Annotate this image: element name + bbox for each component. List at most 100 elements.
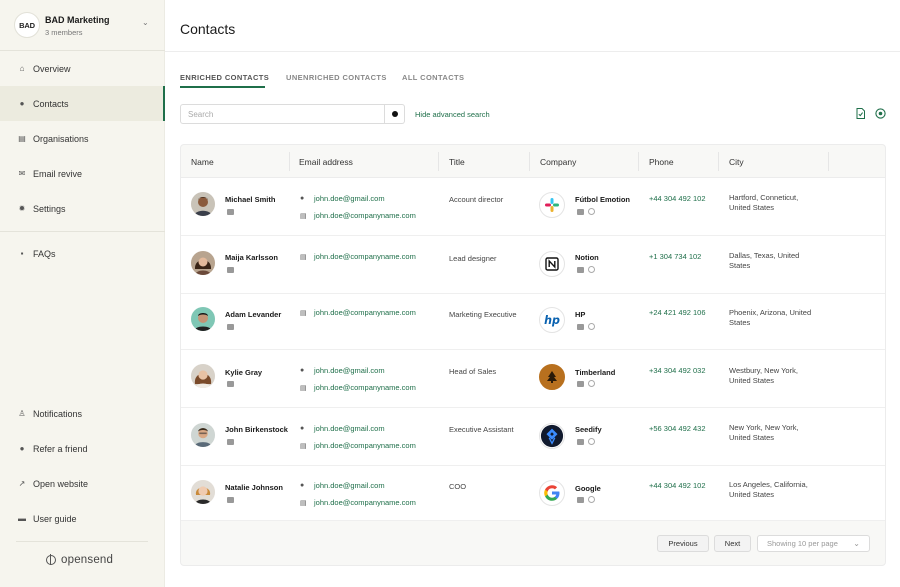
work-email-icon: ▤ xyxy=(300,213,307,220)
column-separator xyxy=(529,152,530,171)
column-header-title[interactable]: Title xyxy=(449,157,465,167)
table-row[interactable]: Kylie Gray ● john.doe@gmail.com ▤ john.d… xyxy=(181,350,885,408)
nav-item-contacts[interactable]: ● Contacts xyxy=(0,86,165,121)
linkedin-icon[interactable] xyxy=(227,439,234,445)
next-button[interactable]: Next xyxy=(714,535,751,552)
nav-item-settings[interactable]: ✹ Settings xyxy=(0,191,165,226)
hide-advanced-search-link[interactable]: Hide advanced search xyxy=(415,110,490,119)
add-circle-icon[interactable] xyxy=(875,108,886,119)
company-name[interactable]: Fútbol Emotion xyxy=(575,195,630,204)
link-icon[interactable] xyxy=(588,438,595,445)
email-link[interactable]: john.doe@companyname.com xyxy=(314,211,416,220)
tab-unenriched-contacts[interactable]: UNENRICHED CONTACTS xyxy=(286,73,387,82)
nav-label: Notifications xyxy=(33,408,83,419)
linkedin-icon[interactable] xyxy=(577,381,584,387)
nav-item-open-website[interactable]: ↗ Open website xyxy=(0,466,165,501)
link-icon[interactable] xyxy=(588,208,595,215)
home-icon: ⌂ xyxy=(19,64,25,73)
table-row[interactable]: Maija Karlsson ▤ john.doe@companyname.co… xyxy=(181,236,885,294)
table-row[interactable]: Adam Levander ▤ john.doe@companyname.com… xyxy=(181,294,885,350)
search-button[interactable] xyxy=(385,104,405,124)
workspace-switcher[interactable]: BAD BAD Marketing 3 members ⌄ xyxy=(14,12,154,40)
contact-name[interactable]: Kylie Gray xyxy=(225,368,262,377)
link-icon[interactable] xyxy=(588,323,595,330)
nav-item-refer-a-friend[interactable]: ● Refer a friend xyxy=(0,431,165,466)
table-row[interactable]: John Birkenstock ● john.doe@gmail.com ▤ … xyxy=(181,408,885,466)
export-file-icon[interactable] xyxy=(855,108,866,119)
company-name[interactable]: Notion xyxy=(575,253,599,262)
brand-logo[interactable]: opensend xyxy=(46,554,113,566)
opensend-icon xyxy=(46,554,56,565)
nav-item-user-guide[interactable]: ▬ User guide xyxy=(0,501,165,536)
email-link[interactable]: john.doe@gmail.com xyxy=(314,366,385,375)
linkedin-icon[interactable] xyxy=(227,497,234,503)
link-icon[interactable] xyxy=(588,496,595,503)
link-icon[interactable] xyxy=(588,380,595,387)
email-link[interactable]: john.doe@companyname.com xyxy=(314,441,416,450)
link-icon[interactable] xyxy=(588,266,595,273)
column-separator xyxy=(438,152,439,171)
phone-link[interactable]: +24 421 492 106 xyxy=(649,308,706,317)
email-link[interactable]: john.doe@companyname.com xyxy=(314,498,416,507)
column-header-company[interactable]: Company xyxy=(540,157,576,167)
per-page-select[interactable]: Showing 10 per page ⌄ xyxy=(757,535,870,552)
email-link[interactable]: john.doe@companyname.com xyxy=(314,308,416,317)
column-header-city[interactable]: City xyxy=(729,157,744,167)
linkedin-icon[interactable] xyxy=(227,267,234,273)
avatar xyxy=(191,192,215,216)
nav-label: Settings xyxy=(33,203,66,214)
hp-logo: hp xyxy=(539,307,565,333)
slack-logo xyxy=(539,192,565,218)
table-row[interactable]: Natalie Johnson ● john.doe@gmail.com ▤ j… xyxy=(181,466,885,521)
phone-link[interactable]: +1 304 734 102 xyxy=(649,252,701,261)
email-link[interactable]: john.doe@companyname.com xyxy=(314,252,416,261)
email-link[interactable]: john.doe@companyname.com xyxy=(314,383,416,392)
linkedin-icon[interactable] xyxy=(227,209,234,215)
previous-button[interactable]: Previous xyxy=(657,535,709,552)
contact-name[interactable]: John Birkenstock xyxy=(225,425,288,434)
phone-link[interactable]: +34 304 492 032 xyxy=(649,366,706,375)
linkedin-icon[interactable] xyxy=(577,439,584,445)
phone-link[interactable]: +44 304 492 102 xyxy=(649,194,706,203)
linkedin-icon[interactable] xyxy=(227,324,234,330)
person-email-icon: ● xyxy=(300,367,305,374)
tab-all-contacts[interactable]: ALL CONTACTS xyxy=(402,73,464,82)
nav-item-overview[interactable]: ⌂ Overview xyxy=(0,51,165,86)
column-header-email[interactable]: Email address xyxy=(299,157,353,167)
work-email-icon: ▤ xyxy=(300,254,307,261)
nav-item-faqs[interactable]: ▪ FAQs xyxy=(0,236,165,271)
column-header-name[interactable]: Name xyxy=(191,157,214,167)
linkedin-icon[interactable] xyxy=(577,209,584,215)
email-link[interactable]: john.doe@gmail.com xyxy=(314,194,385,203)
company-name[interactable]: Timberland xyxy=(575,368,615,377)
linkedin-icon[interactable] xyxy=(577,267,584,273)
search-input[interactable] xyxy=(180,104,385,124)
nav-item-organisations[interactable]: ▤ Organisations xyxy=(0,121,165,156)
email-link[interactable]: john.doe@gmail.com xyxy=(314,481,385,490)
company-name[interactable]: Seedify xyxy=(575,425,602,434)
linkedin-icon[interactable] xyxy=(577,324,584,330)
contact-name[interactable]: Natalie Johnson xyxy=(225,483,283,492)
avatar xyxy=(191,251,215,275)
work-email-icon: ▤ xyxy=(300,310,307,317)
linkedin-icon[interactable] xyxy=(227,381,234,387)
company-name[interactable]: Google xyxy=(575,484,601,493)
table-row[interactable]: Michael Smith ● john.doe@gmail.com ▤ joh… xyxy=(181,178,885,236)
email-link[interactable]: john.doe@gmail.com xyxy=(314,424,385,433)
linkedin-icon[interactable] xyxy=(577,497,584,503)
tab-enriched-contacts[interactable]: ENRICHED CONTACTS xyxy=(180,73,269,82)
table-header: Name Email address Title Company Phone C… xyxy=(181,145,885,178)
column-header-phone[interactable]: Phone xyxy=(649,157,674,167)
chevron-down-icon[interactable]: ⌄ xyxy=(142,18,149,27)
phone-link[interactable]: +56 304 492 432 xyxy=(649,424,706,433)
phone-link[interactable]: +44 304 492 102 xyxy=(649,481,706,490)
company-name[interactable]: HP xyxy=(575,310,585,319)
contact-name[interactable]: Maija Karlsson xyxy=(225,253,278,262)
contact-title: Marketing Executive xyxy=(449,310,517,319)
contact-name[interactable]: Michael Smith xyxy=(225,195,275,204)
nav-item-notifications[interactable]: ♙ Notifications xyxy=(0,396,165,431)
person-email-icon: ● xyxy=(300,195,305,202)
nav-label: User guide xyxy=(33,513,77,524)
nav-item-email-revive[interactable]: ✉ Email revive xyxy=(0,156,165,191)
contact-name[interactable]: Adam Levander xyxy=(225,310,281,319)
